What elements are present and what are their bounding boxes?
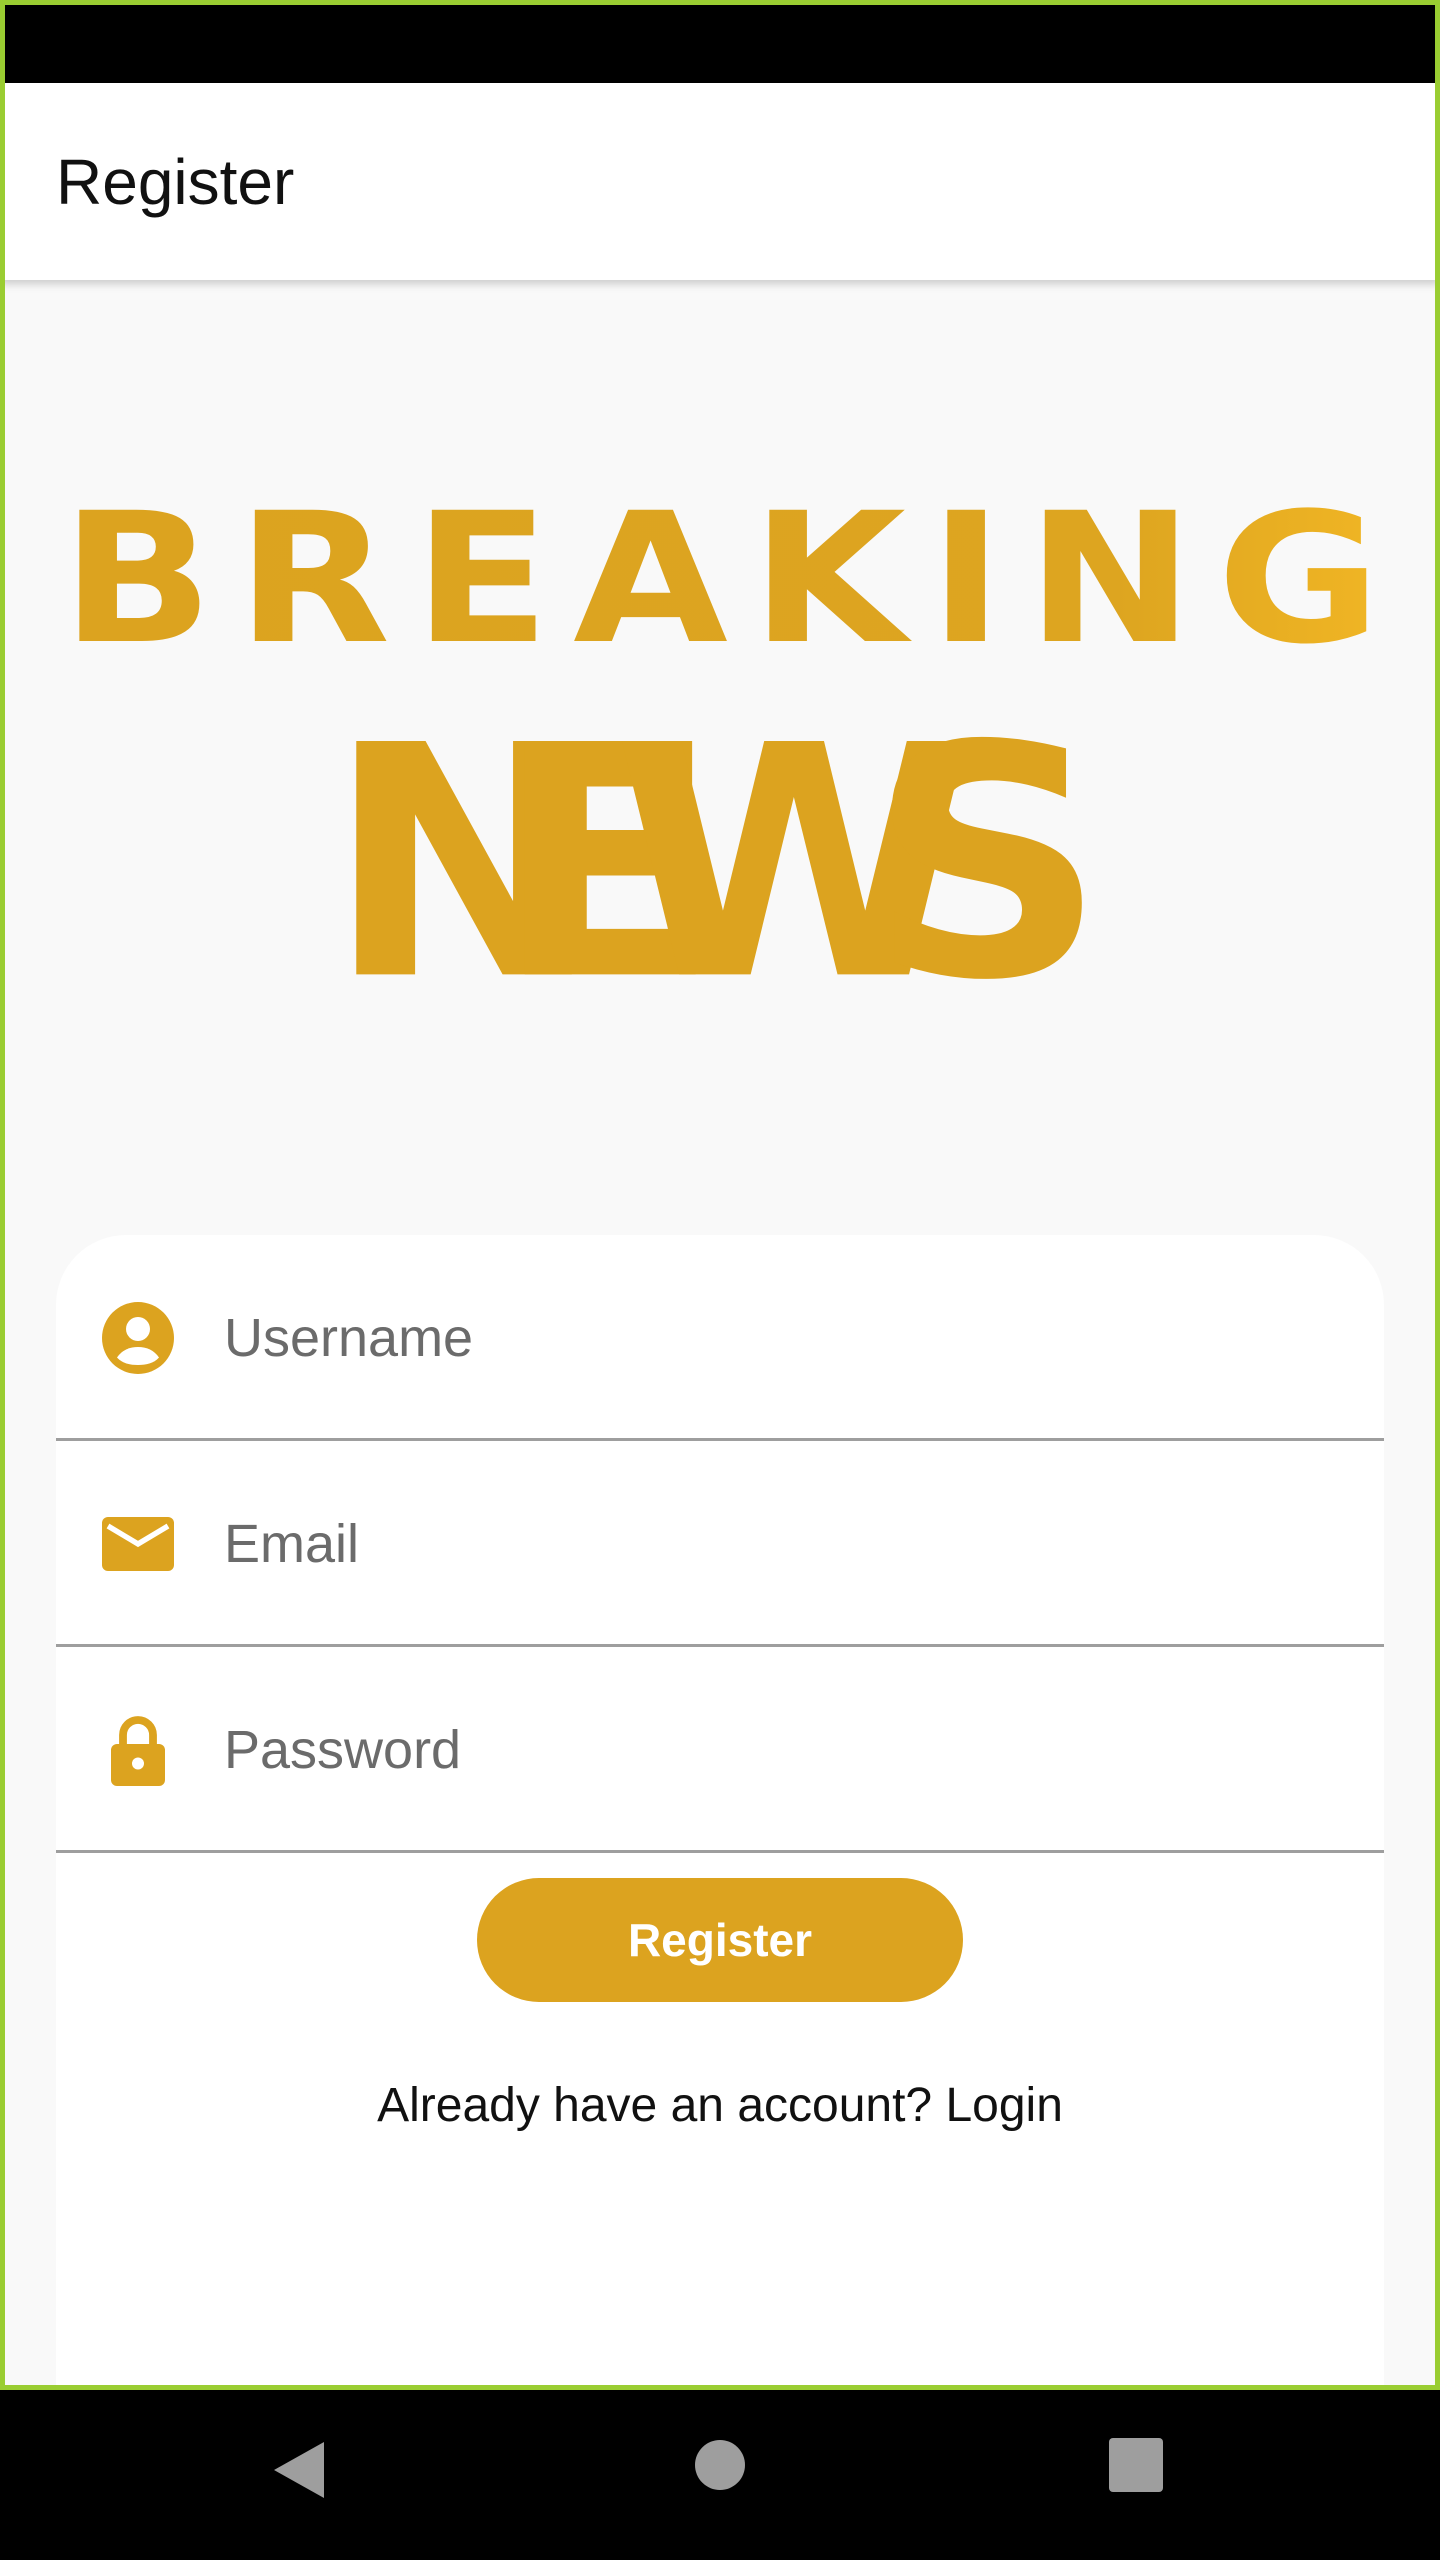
register-button[interactable]: Register [477,1878,963,2002]
username-input[interactable] [224,1235,1344,1441]
password-row [56,1647,1384,1853]
breaking-news-logo: BREAKING NEWS [61,474,1381,1010]
lock-icon [111,1716,165,1786]
app-bar: Register [0,83,1440,280]
username-row [56,1235,1384,1441]
account-circle-icon [102,1302,174,1374]
status-bar [0,0,1440,83]
logo-breaking-text: BREAKING [61,474,1381,684]
login-link[interactable]: Already have an account? Login [0,2078,1440,2133]
password-input[interactable] [224,1647,1344,1853]
logo-news-text: NEWS [326,677,1106,1010]
home-circle-icon[interactable] [690,2435,750,2495]
email-row [56,1441,1384,1647]
email-input[interactable] [224,1441,1344,1647]
navigation-bar [0,2390,1440,2560]
register-form-card [56,1235,1384,2395]
back-triangle-icon[interactable] [270,2440,330,2500]
recents-square-icon[interactable] [1106,2435,1166,2495]
page-title: Register [56,146,295,218]
email-icon [102,1517,174,1571]
